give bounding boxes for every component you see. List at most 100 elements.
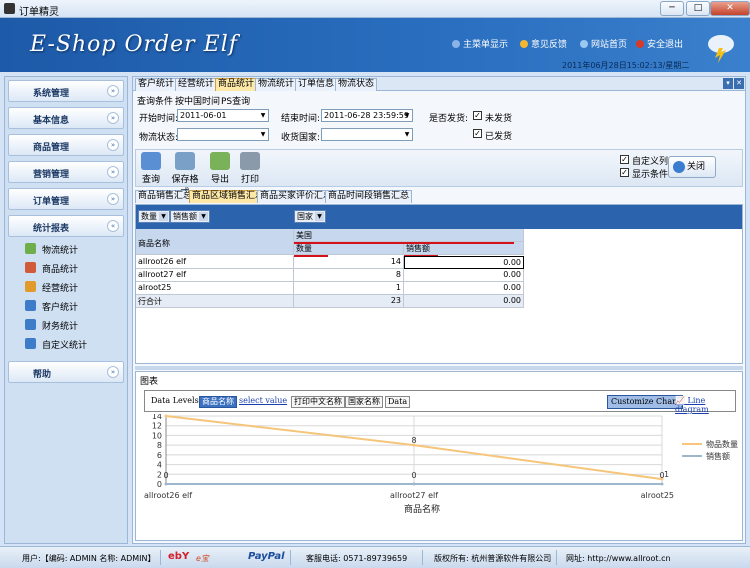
end-time-label: 结束时间:	[281, 114, 321, 124]
tab-logistics-stats[interactable]: 物流统计	[255, 78, 298, 91]
field-sales-amount[interactable]: 销售额 ▼	[170, 210, 210, 223]
finance-icon	[25, 319, 36, 330]
country-label: 收货国家:	[281, 133, 321, 143]
logout-icon	[636, 40, 644, 48]
chart-panel: 图表 Data Levels: 商品名称 select value 打印中文名称…	[135, 371, 743, 541]
nav-help[interactable]: 帮助»	[8, 361, 124, 383]
y-tick-label: 10	[152, 431, 162, 440]
custom-columns-checkbox[interactable]: ✓	[620, 155, 629, 164]
customize-chart-button[interactable]: Customize Chart	[607, 395, 684, 409]
field-country[interactable]: 国家 ▼	[294, 210, 326, 223]
tab-menu-button[interactable]: ▾	[723, 78, 733, 89]
nav-order-management[interactable]: 订单管理»	[8, 188, 124, 210]
tab-order-info[interactable]: 订单信息	[295, 78, 338, 91]
alipay-logo: e宝	[196, 554, 209, 563]
save-format-button[interactable]: 保存格式	[168, 152, 202, 198]
level-select-value[interactable]: select value	[237, 396, 289, 408]
row-field-product-name[interactable]: 商品名称	[136, 229, 294, 255]
sidebar: 系统管理» 基本信息» 商品管理» 营销管理» 订单管理» 统计报表 « 物流统计…	[4, 76, 128, 544]
data-label: 1	[664, 470, 669, 479]
query-subtab-china-time[interactable]: 按中国时间	[175, 94, 220, 107]
custom-report-icon	[25, 338, 36, 349]
feedback-icon	[520, 40, 528, 48]
maximize-button[interactable]: □	[686, 1, 710, 16]
nav-statistics-reports[interactable]: 统计报表 «	[8, 215, 124, 237]
dropdown-arrow-icon: ▼	[260, 112, 266, 119]
show-conditions-checkbox[interactable]: ✓	[620, 168, 629, 177]
annotation-underline	[294, 242, 514, 244]
data-label: 14	[161, 414, 171, 416]
table-cell-qty: 1	[294, 282, 404, 295]
close-window-button[interactable]: ✕	[710, 1, 750, 16]
level-data[interactable]: Data	[385, 396, 411, 408]
shipped-checkbox[interactable]: ✓	[473, 129, 482, 138]
tab-business-stats[interactable]: 经营统计	[175, 78, 218, 91]
tab-customer-stats[interactable]: 客户统计	[135, 78, 178, 91]
nav-marketing-management[interactable]: 营销管理»	[8, 161, 124, 183]
level-print-cn-name[interactable]: 打印中文名称	[291, 396, 345, 408]
menu-feedback[interactable]: 意见反馈	[520, 37, 567, 50]
subtab-buyer-review-summary[interactable]: 商品买家评价汇总	[257, 190, 336, 203]
status-divider	[422, 550, 423, 565]
table-cell-amount[interactable]: 0.00	[404, 256, 524, 269]
end-time-field[interactable]: 2011-06-28 23:59:59 ▼	[321, 109, 413, 122]
status-divider	[556, 550, 557, 565]
y-tick-label: 8	[157, 441, 162, 450]
tab-product-stats[interactable]: 商品统计	[215, 78, 258, 91]
close-button[interactable]: 关闭	[668, 156, 716, 178]
subtab-period-sales-summary[interactable]: 商品时间段销售汇总	[325, 190, 413, 203]
minimize-button[interactable]: ─	[660, 1, 684, 16]
dropdown-arrow-icon: ▼	[404, 112, 410, 119]
menu-logout[interactable]: 安全退出	[636, 37, 683, 50]
legend-label: 销售额	[706, 451, 730, 461]
menu-homepage[interactable]: 网站首页	[580, 37, 627, 50]
export-button[interactable]: 导出	[208, 152, 232, 185]
nav-system-management[interactable]: 系统管理»	[8, 80, 124, 102]
x-tick-label: alroot25	[641, 491, 674, 500]
logistics-status-select[interactable]: ▼	[177, 128, 269, 141]
pivot-grid: 数量 ▼ 销售额 ▼ 国家 ▼ 商品名称 美国 数量 销售额 allroot26 el…	[135, 204, 743, 364]
legend-label: 物品数量	[706, 439, 738, 449]
level-product-name[interactable]: 商品名称	[199, 396, 237, 408]
panel-splitter[interactable]	[135, 366, 743, 370]
level-country-name[interactable]: 国家名称	[345, 396, 383, 408]
tab-logistics-status[interactable]: 物流状态	[335, 78, 378, 91]
data-point	[412, 482, 416, 486]
menu-main-display[interactable]: 主菜单显示	[452, 37, 508, 50]
pivot-field-header: 数量 ▼ 销售额 ▼ 国家 ▼	[136, 205, 742, 229]
nav-basic-info[interactable]: 基本信息»	[8, 107, 124, 129]
subtab-region-sales-summary[interactable]: 商品区域销售汇总	[189, 190, 268, 203]
country-select[interactable]: ▼	[321, 128, 413, 141]
line-chart: 02468101214allroot26 elf allroot27 elf alr…	[144, 414, 738, 515]
query-subtab-ps[interactable]: PS查询	[221, 94, 250, 107]
sidebar-item-product-stats[interactable]: 商品统计	[25, 261, 115, 275]
field-quantity[interactable]: 数量 ▼	[138, 210, 170, 223]
app-icon	[4, 3, 15, 14]
list-icon	[452, 40, 460, 48]
unshipped-checkbox[interactable]: ✓	[473, 111, 482, 120]
main-tabbar: 客户统计 经营统计 商品统计 物流统计 订单信息 物流状态 ▾ ✕	[133, 77, 745, 91]
chart-icon	[25, 262, 36, 273]
query-button[interactable]: 查询	[139, 152, 163, 185]
line-diagram-link[interactable]: 📈 Line diagram	[675, 396, 735, 414]
nav-product-management[interactable]: 商品管理»	[8, 134, 124, 156]
subtab-product-sales-summary[interactable]: 商品销售汇总	[135, 190, 196, 203]
sidebar-item-logistics-stats[interactable]: 物流统计	[25, 242, 115, 256]
show-conditions-label: 显示条件	[632, 170, 669, 180]
table-cell-amount: 0.00	[404, 282, 524, 295]
y-tick-label: 4	[157, 461, 162, 470]
start-time-field[interactable]: 2011-06-01 ▼	[177, 109, 269, 122]
sidebar-item-finance-stats[interactable]: 财务统计	[25, 318, 115, 332]
sidebar-item-customer-stats[interactable]: 客户统计	[25, 299, 115, 313]
home-icon	[580, 40, 588, 48]
data-label: 0	[659, 471, 664, 480]
status-bar: 用户:【编码: ADMIN 名称: ADMIN】 ebY e宝 PayPal 客…	[0, 546, 750, 568]
tab-close-button[interactable]: ✕	[734, 78, 744, 89]
total-amount: 0.00	[404, 295, 524, 308]
sidebar-item-custom-stats[interactable]: 自定义统计	[25, 337, 115, 351]
main-panel: 客户统计 经营统计 商品统计 物流统计 订单信息 物流状态 ▾ ✕ 查询条件 按…	[132, 76, 746, 544]
print-button[interactable]: 打印	[236, 152, 264, 185]
y-tick-label: 6	[157, 451, 162, 460]
sidebar-item-business-stats[interactable]: 经营统计	[25, 280, 115, 294]
chevron-icon: »	[107, 366, 119, 378]
